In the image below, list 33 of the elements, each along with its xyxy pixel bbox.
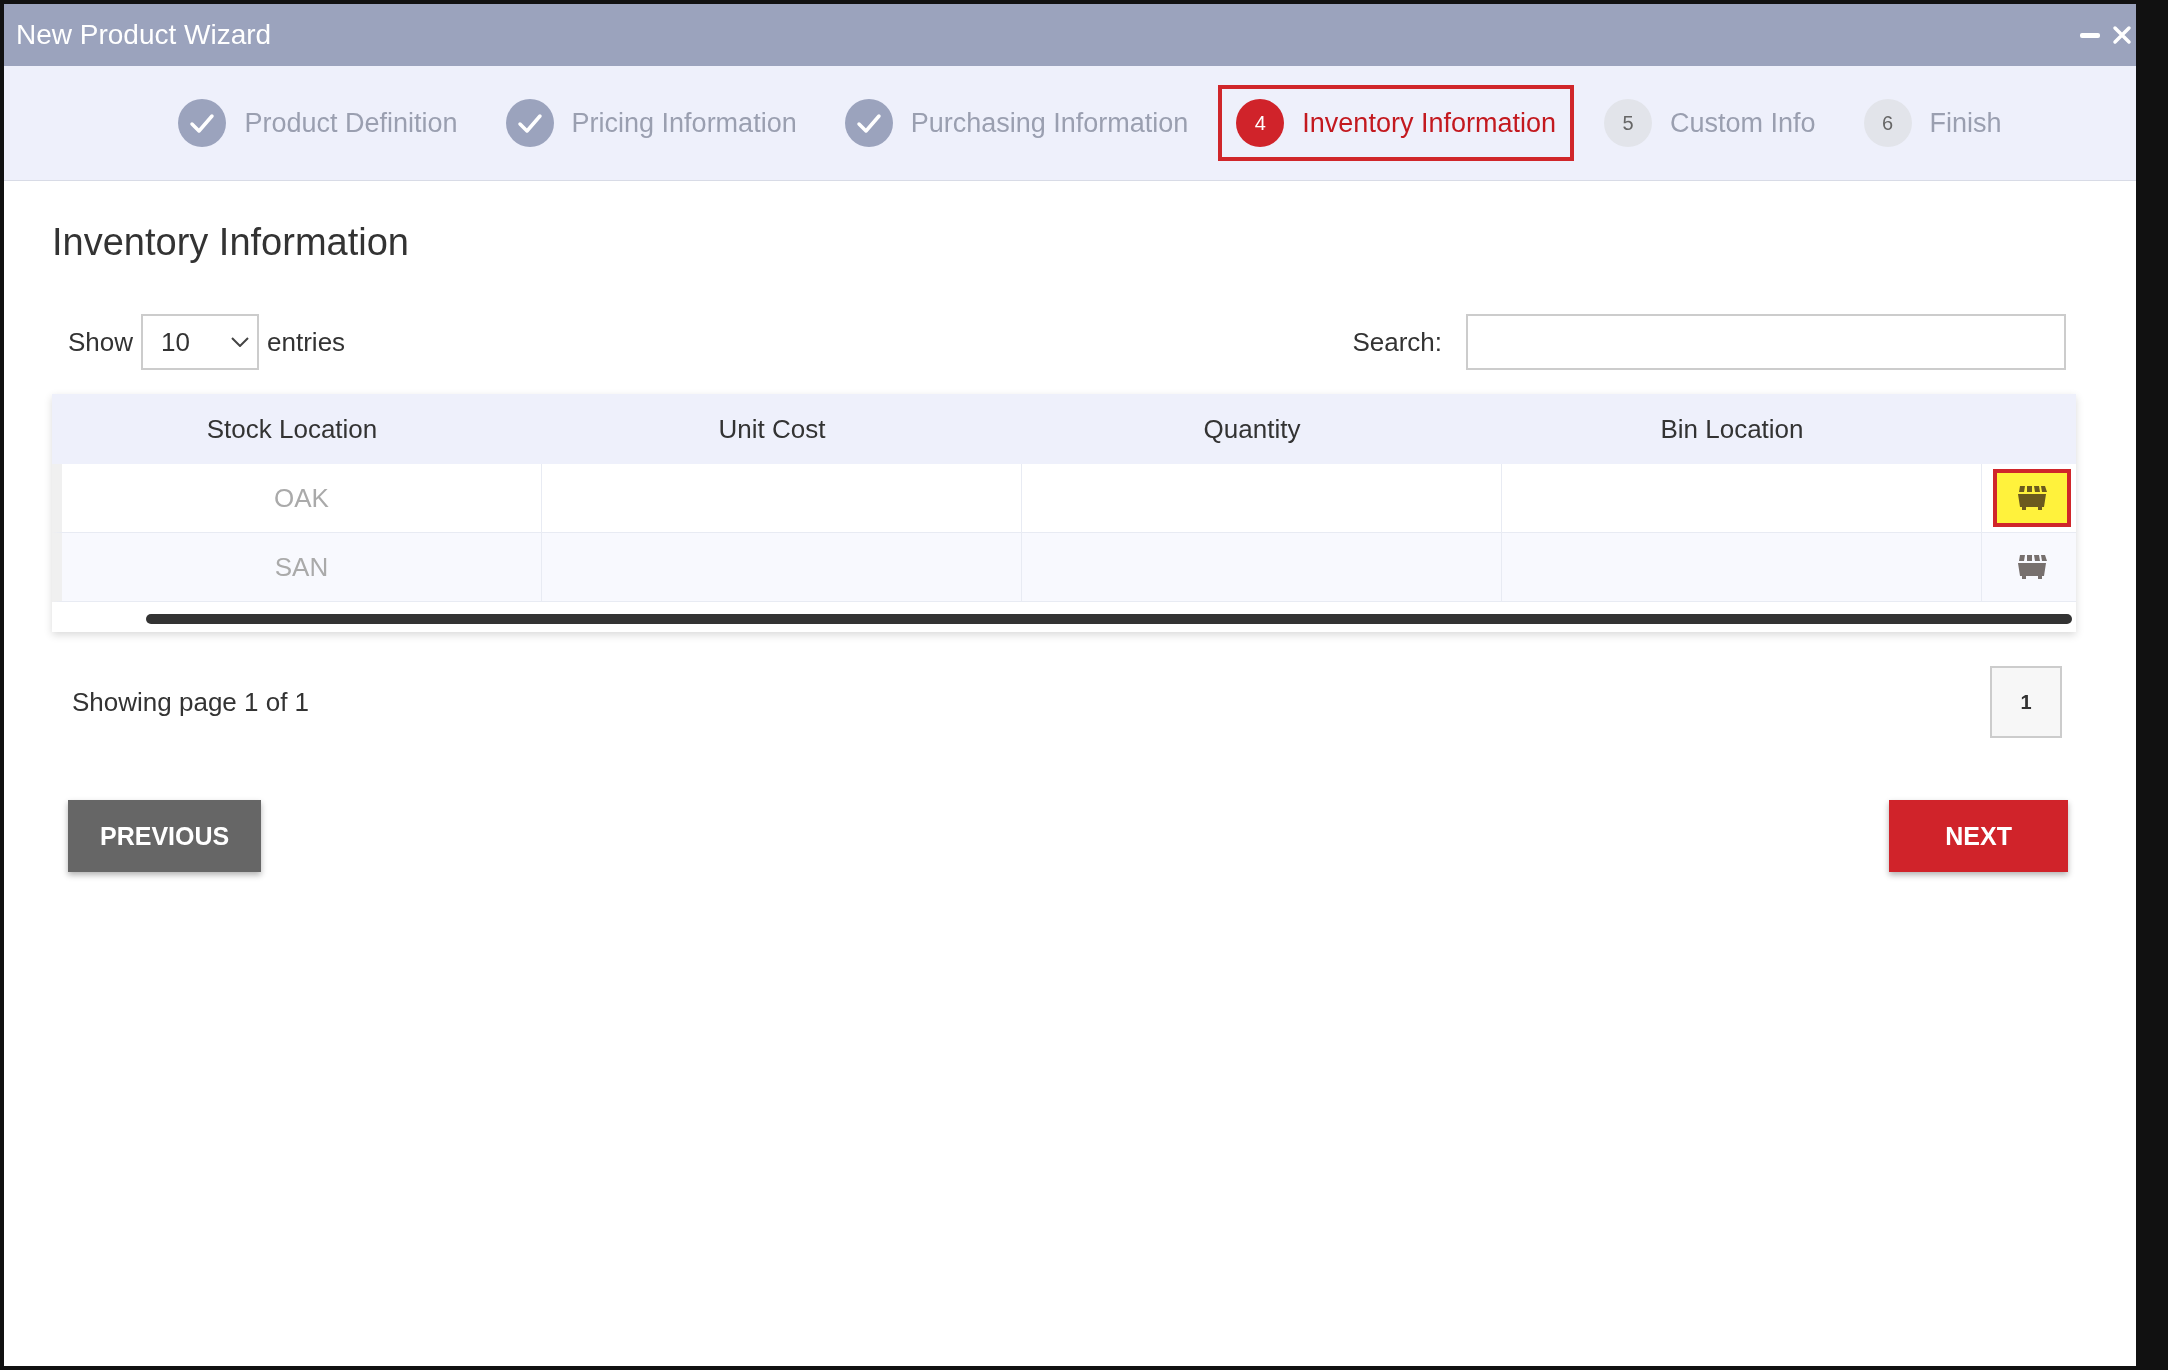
check-icon <box>505 99 554 147</box>
wizard-step[interactable]: 5 Custom Info <box>1585 85 1834 161</box>
column-header[interactable]: Stock Location <box>52 413 532 445</box>
entries-label: entries <box>267 326 346 358</box>
section-heading: Inventory Information <box>52 221 410 264</box>
step-number: 4 <box>1236 99 1285 147</box>
column-header[interactable]: Unit Cost <box>532 413 1012 445</box>
table-cell: OAK <box>62 464 542 532</box>
dumpster-button[interactable] <box>1993 469 2071 527</box>
dumpster-icon <box>2017 554 2047 580</box>
step-number: 6 <box>1863 99 1912 147</box>
entries-select[interactable]: 10 <box>141 314 260 370</box>
next-button[interactable]: NEXT <box>1889 800 2068 872</box>
search-label: Search: <box>1352 326 1442 358</box>
page-button[interactable]: 1 <box>1990 666 2062 738</box>
step-number: 5 <box>1603 99 1652 147</box>
show-label: Show <box>68 326 134 358</box>
close-icon[interactable] <box>2112 25 2132 45</box>
dumpster-icon <box>2017 485 2047 511</box>
window-title: New Product Wizard <box>16 19 272 51</box>
chevron-down-icon <box>231 337 250 347</box>
page-info: Showing page 1 of 1 <box>72 686 310 718</box>
horizontal-scrollbar[interactable] <box>146 614 2072 624</box>
check-icon <box>178 99 227 147</box>
column-header[interactable]: Bin Location <box>1492 413 1972 445</box>
wizard-step[interactable]: 4 Inventory Information <box>1218 85 1574 161</box>
previous-button[interactable]: PREVIOUS <box>68 800 262 872</box>
table-cell: SAN <box>62 533 542 601</box>
search-field[interactable] <box>1466 314 2066 370</box>
check-icon <box>844 99 893 147</box>
wizard-step[interactable]: 6 Finish <box>1845 85 2020 161</box>
minimize-icon[interactable] <box>2080 31 2100 39</box>
column-header[interactable]: Quantity <box>1012 413 1492 445</box>
